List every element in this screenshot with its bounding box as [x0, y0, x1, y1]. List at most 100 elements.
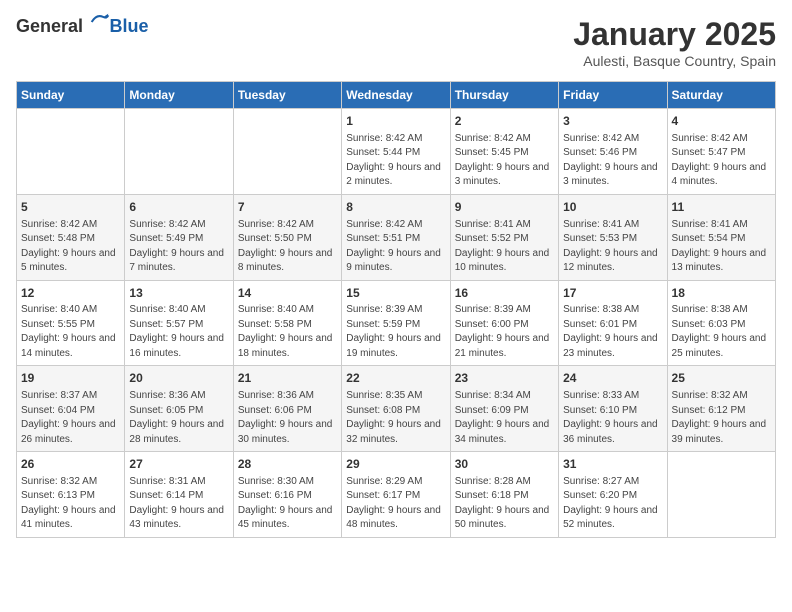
calendar-cell: 26Sunrise: 8:32 AM Sunset: 6:13 PM Dayli… — [17, 452, 125, 538]
calendar-cell: 24 Sunrise: 8:33 AM Sunset: 6:10 PM Dayli… — [559, 366, 667, 452]
calendar-table: SundayMondayTuesdayWednesdayThursdayFrid… — [16, 81, 776, 538]
day-number: 8 — [346, 199, 445, 216]
day-number: 24 — [563, 370, 662, 387]
calendar-cell: 28 Sunrise: 8:30 AM Sunset: 6:16 PM Dayli… — [233, 452, 341, 538]
calendar-cell: 13Sunrise: 8:40 AM Sunset: 5:57 PM Dayli… — [125, 280, 233, 366]
calendar-cell: 30 Sunrise: 8:28 AM Sunset: 6:18 PM Dayli… — [450, 452, 558, 538]
day-content: Sunrise: 8:37 AM Sunset: 6:04 PM Dayligh… — [21, 389, 120, 447]
header-day-thursday: Thursday — [450, 82, 558, 109]
calendar-cell — [233, 109, 341, 195]
calendar-cell: 12Sunrise: 8:40 AM Sunset: 5:55 PM Dayli… — [17, 280, 125, 366]
day-number: 12 — [21, 285, 120, 302]
day-number: 25 — [672, 370, 771, 387]
day-number: 23 — [455, 370, 554, 387]
day-number: 2 — [455, 113, 554, 130]
day-content: Sunrise: 8:40 AM Sunset: 5:55 PM Dayligh… — [21, 303, 120, 361]
day-number: 4 — [672, 113, 771, 130]
day-content: Sunrise: 8:42 AM Sunset: 5:51 PM Dayligh… — [346, 218, 445, 276]
calendar-cell: 10 Sunrise: 8:41 AM Sunset: 5:53 PM Dayli… — [559, 194, 667, 280]
calendar-cell: 20 Sunrise: 8:36 AM Sunset: 6:05 PM Dayli… — [125, 366, 233, 452]
page-header: General Blue January 2025 Aulesti, Basqu… — [16, 16, 776, 69]
day-content: Sunrise: 8:39 AM Sunset: 5:59 PM Dayligh… — [346, 303, 445, 361]
header-day-sunday: Sunday — [17, 82, 125, 109]
title-area: January 2025 Aulesti, Basque Country, Sp… — [573, 16, 776, 69]
day-content: Sunrise: 8:39 AM Sunset: 6:00 PM Dayligh… — [455, 303, 554, 361]
day-content: Sunrise: 8:41 AM Sunset: 5:53 PM Dayligh… — [563, 218, 662, 276]
day-number: 15 — [346, 285, 445, 302]
calendar-cell: 25 Sunrise: 8:32 AM Sunset: 6:12 PM Dayli… — [667, 366, 775, 452]
calendar-cell — [667, 452, 775, 538]
calendar-week-row: 5Sunrise: 8:42 AM Sunset: 5:48 PM Daylig… — [17, 194, 776, 280]
day-content: Sunrise: 8:42 AM Sunset: 5:44 PM Dayligh… — [346, 132, 445, 190]
calendar-week-row: 26Sunrise: 8:32 AM Sunset: 6:13 PM Dayli… — [17, 452, 776, 538]
calendar-cell — [125, 109, 233, 195]
day-number: 5 — [21, 199, 120, 216]
header-day-tuesday: Tuesday — [233, 82, 341, 109]
calendar-header-row: SundayMondayTuesdayWednesdayThursdayFrid… — [17, 82, 776, 109]
day-number: 14 — [238, 285, 337, 302]
calendar-cell: 18Sunrise: 8:38 AM Sunset: 6:03 PM Dayli… — [667, 280, 775, 366]
calendar-cell: 3Sunrise: 8:42 AM Sunset: 5:46 PM Daylig… — [559, 109, 667, 195]
day-content: Sunrise: 8:27 AM Sunset: 6:20 PM Dayligh… — [563, 475, 662, 533]
day-number: 18 — [672, 285, 771, 302]
day-content: Sunrise: 8:36 AM Sunset: 6:05 PM Dayligh… — [129, 389, 228, 447]
calendar-cell: 2Sunrise: 8:42 AM Sunset: 5:45 PM Daylig… — [450, 109, 558, 195]
day-number: 17 — [563, 285, 662, 302]
calendar-cell: 23Sunrise: 8:34 AM Sunset: 6:09 PM Dayli… — [450, 366, 558, 452]
day-number: 11 — [672, 199, 771, 216]
day-number: 6 — [129, 199, 228, 216]
day-content: Sunrise: 8:38 AM Sunset: 6:01 PM Dayligh… — [563, 303, 662, 361]
day-content: Sunrise: 8:36 AM Sunset: 6:06 PM Dayligh… — [238, 389, 337, 447]
location-subtitle: Aulesti, Basque Country, Spain — [573, 53, 776, 69]
day-content: Sunrise: 8:32 AM Sunset: 6:12 PM Dayligh… — [672, 389, 771, 447]
calendar-cell: 7 Sunrise: 8:42 AM Sunset: 5:50 PM Daylig… — [233, 194, 341, 280]
calendar-cell: 27Sunrise: 8:31 AM Sunset: 6:14 PM Dayli… — [125, 452, 233, 538]
calendar-cell: 9Sunrise: 8:41 AM Sunset: 5:52 PM Daylig… — [450, 194, 558, 280]
calendar-cell: 15Sunrise: 8:39 AM Sunset: 5:59 PM Dayli… — [342, 280, 450, 366]
calendar-cell: 22 Sunrise: 8:35 AM Sunset: 6:08 PM Dayli… — [342, 366, 450, 452]
logo-general-text: General — [16, 16, 83, 36]
calendar-week-row: 12Sunrise: 8:40 AM Sunset: 5:55 PM Dayli… — [17, 280, 776, 366]
day-content: Sunrise: 8:33 AM Sunset: 6:10 PM Dayligh… — [563, 389, 662, 447]
calendar-cell: 11 Sunrise: 8:41 AM Sunset: 5:54 PM Dayli… — [667, 194, 775, 280]
day-content: Sunrise: 8:41 AM Sunset: 5:54 PM Dayligh… — [672, 218, 771, 276]
logo: General Blue — [16, 16, 149, 37]
calendar-cell: 31 Sunrise: 8:27 AM Sunset: 6:20 PM Dayli… — [559, 452, 667, 538]
day-number: 29 — [346, 456, 445, 473]
day-number: 21 — [238, 370, 337, 387]
month-title: January 2025 — [573, 16, 776, 53]
calendar-cell: 6Sunrise: 8:42 AM Sunset: 5:49 PM Daylig… — [125, 194, 233, 280]
day-number: 16 — [455, 285, 554, 302]
calendar-cell: 4 Sunrise: 8:42 AM Sunset: 5:47 PM Daylig… — [667, 109, 775, 195]
calendar-cell: 16Sunrise: 8:39 AM Sunset: 6:00 PM Dayli… — [450, 280, 558, 366]
day-number: 19 — [21, 370, 120, 387]
day-number: 28 — [238, 456, 337, 473]
day-number: 31 — [563, 456, 662, 473]
day-number: 26 — [21, 456, 120, 473]
day-number: 22 — [346, 370, 445, 387]
day-content: Sunrise: 8:42 AM Sunset: 5:50 PM Dayligh… — [238, 218, 337, 276]
calendar-week-row: 19 Sunrise: 8:37 AM Sunset: 6:04 PM Dayli… — [17, 366, 776, 452]
day-content: Sunrise: 8:28 AM Sunset: 6:18 PM Dayligh… — [455, 475, 554, 533]
day-content: Sunrise: 8:35 AM Sunset: 6:08 PM Dayligh… — [346, 389, 445, 447]
header-day-saturday: Saturday — [667, 82, 775, 109]
day-content: Sunrise: 8:38 AM Sunset: 6:03 PM Dayligh… — [672, 303, 771, 361]
day-content: Sunrise: 8:30 AM Sunset: 6:16 PM Dayligh… — [238, 475, 337, 533]
calendar-week-row: 1Sunrise: 8:42 AM Sunset: 5:44 PM Daylig… — [17, 109, 776, 195]
header-day-wednesday: Wednesday — [342, 82, 450, 109]
calendar-cell — [17, 109, 125, 195]
day-number: 10 — [563, 199, 662, 216]
day-content: Sunrise: 8:42 AM Sunset: 5:47 PM Dayligh… — [672, 132, 771, 190]
calendar-cell: 14Sunrise: 8:40 AM Sunset: 5:58 PM Dayli… — [233, 280, 341, 366]
logo-blue-text: Blue — [110, 16, 149, 36]
calendar-cell: 29Sunrise: 8:29 AM Sunset: 6:17 PM Dayli… — [342, 452, 450, 538]
day-number: 13 — [129, 285, 228, 302]
calendar-cell: 1Sunrise: 8:42 AM Sunset: 5:44 PM Daylig… — [342, 109, 450, 195]
day-content: Sunrise: 8:40 AM Sunset: 5:58 PM Dayligh… — [238, 303, 337, 361]
day-content: Sunrise: 8:40 AM Sunset: 5:57 PM Dayligh… — [129, 303, 228, 361]
day-number: 7 — [238, 199, 337, 216]
day-number: 20 — [129, 370, 228, 387]
header-day-friday: Friday — [559, 82, 667, 109]
day-number: 30 — [455, 456, 554, 473]
day-number: 27 — [129, 456, 228, 473]
